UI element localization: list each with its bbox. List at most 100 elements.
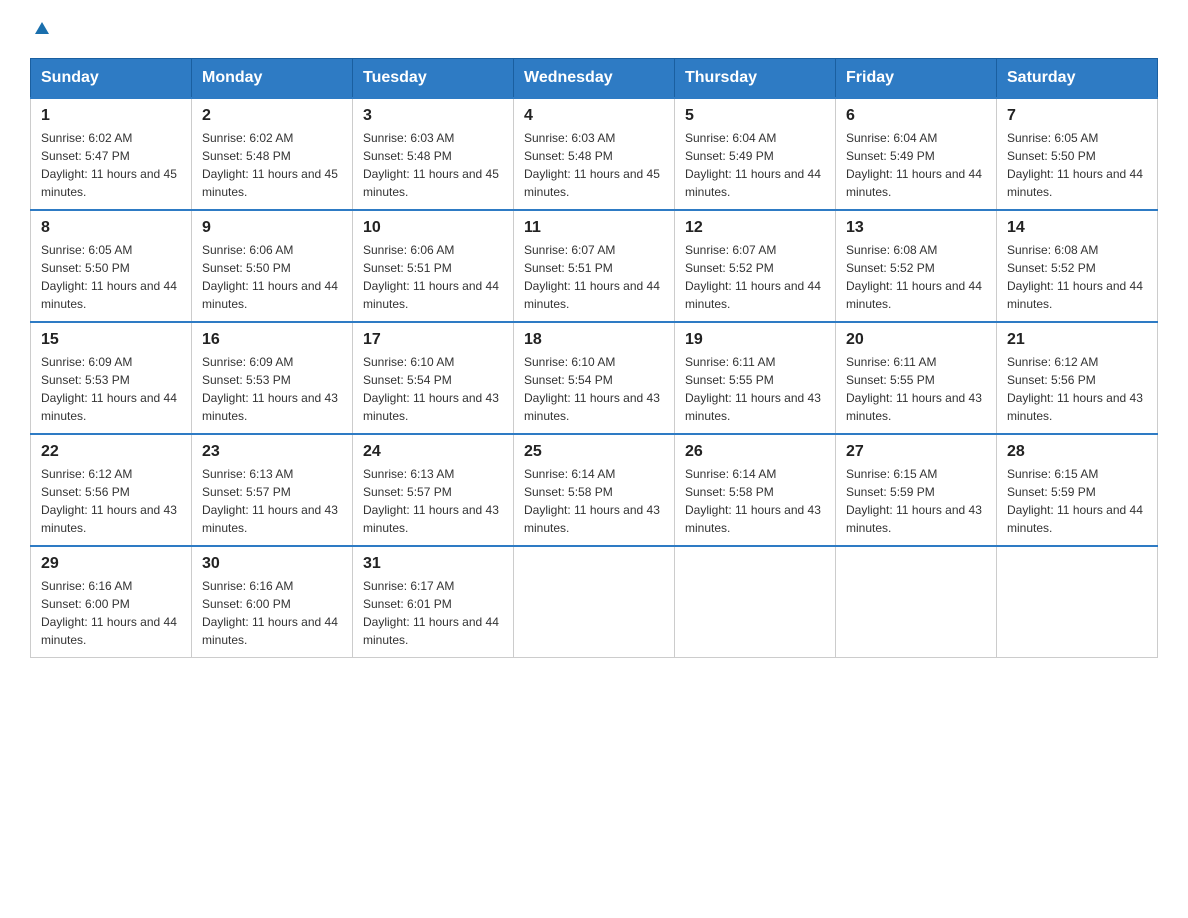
day-info: Sunrise: 6:10 AMSunset: 5:54 PMDaylight:… (363, 353, 503, 425)
day-number: 6 (846, 107, 986, 125)
day-info: Sunrise: 6:15 AMSunset: 5:59 PMDaylight:… (1007, 465, 1147, 537)
calendar-cell: 7 Sunrise: 6:05 AMSunset: 5:50 PMDayligh… (997, 98, 1158, 210)
day-number: 8 (41, 219, 181, 237)
calendar-header-monday: Monday (192, 59, 353, 99)
calendar-cell: 2 Sunrise: 6:02 AMSunset: 5:48 PMDayligh… (192, 98, 353, 210)
day-number: 16 (202, 331, 342, 349)
day-info: Sunrise: 6:14 AMSunset: 5:58 PMDaylight:… (685, 465, 825, 537)
day-info: Sunrise: 6:12 AMSunset: 5:56 PMDaylight:… (1007, 353, 1147, 425)
day-number: 12 (685, 219, 825, 237)
calendar-cell: 26 Sunrise: 6:14 AMSunset: 5:58 PMDaylig… (675, 434, 836, 546)
calendar-cell: 31 Sunrise: 6:17 AMSunset: 6:01 PMDaylig… (353, 546, 514, 658)
day-number: 11 (524, 219, 664, 237)
day-info: Sunrise: 6:06 AMSunset: 5:51 PMDaylight:… (363, 241, 503, 313)
day-info: Sunrise: 6:07 AMSunset: 5:51 PMDaylight:… (524, 241, 664, 313)
calendar-header-wednesday: Wednesday (514, 59, 675, 99)
day-number: 7 (1007, 107, 1147, 125)
day-number: 4 (524, 107, 664, 125)
calendar-cell: 11 Sunrise: 6:07 AMSunset: 5:51 PMDaylig… (514, 210, 675, 322)
day-info: Sunrise: 6:15 AMSunset: 5:59 PMDaylight:… (846, 465, 986, 537)
day-number: 21 (1007, 331, 1147, 349)
day-number: 17 (363, 331, 503, 349)
day-info: Sunrise: 6:13 AMSunset: 5:57 PMDaylight:… (202, 465, 342, 537)
day-info: Sunrise: 6:16 AMSunset: 6:00 PMDaylight:… (41, 577, 181, 649)
day-number: 10 (363, 219, 503, 237)
day-number: 22 (41, 443, 181, 461)
day-number: 20 (846, 331, 986, 349)
calendar-cell: 3 Sunrise: 6:03 AMSunset: 5:48 PMDayligh… (353, 98, 514, 210)
day-number: 25 (524, 443, 664, 461)
calendar-cell (675, 546, 836, 658)
day-info: Sunrise: 6:08 AMSunset: 5:52 PMDaylight:… (846, 241, 986, 313)
day-info: Sunrise: 6:04 AMSunset: 5:49 PMDaylight:… (685, 129, 825, 201)
day-info: Sunrise: 6:05 AMSunset: 5:50 PMDaylight:… (41, 241, 181, 313)
calendar-week-row: 8 Sunrise: 6:05 AMSunset: 5:50 PMDayligh… (31, 210, 1158, 322)
calendar-week-row: 29 Sunrise: 6:16 AMSunset: 6:00 PMDaylig… (31, 546, 1158, 658)
calendar-header-sunday: Sunday (31, 59, 192, 99)
calendar-cell: 5 Sunrise: 6:04 AMSunset: 5:49 PMDayligh… (675, 98, 836, 210)
calendar-cell: 30 Sunrise: 6:16 AMSunset: 6:00 PMDaylig… (192, 546, 353, 658)
day-number: 14 (1007, 219, 1147, 237)
calendar-cell: 15 Sunrise: 6:09 AMSunset: 5:53 PMDaylig… (31, 322, 192, 434)
day-info: Sunrise: 6:11 AMSunset: 5:55 PMDaylight:… (846, 353, 986, 425)
day-number: 19 (685, 331, 825, 349)
calendar-cell: 8 Sunrise: 6:05 AMSunset: 5:50 PMDayligh… (31, 210, 192, 322)
calendar-cell: 1 Sunrise: 6:02 AMSunset: 5:47 PMDayligh… (31, 98, 192, 210)
calendar-table: SundayMondayTuesdayWednesdayThursdayFrid… (30, 58, 1158, 658)
calendar-cell: 10 Sunrise: 6:06 AMSunset: 5:51 PMDaylig… (353, 210, 514, 322)
calendar-cell: 22 Sunrise: 6:12 AMSunset: 5:56 PMDaylig… (31, 434, 192, 546)
day-info: Sunrise: 6:14 AMSunset: 5:58 PMDaylight:… (524, 465, 664, 537)
day-info: Sunrise: 6:09 AMSunset: 5:53 PMDaylight:… (41, 353, 181, 425)
logo (30, 20, 53, 38)
calendar-cell (997, 546, 1158, 658)
day-info: Sunrise: 6:09 AMSunset: 5:53 PMDaylight:… (202, 353, 342, 425)
day-number: 3 (363, 107, 503, 125)
day-info: Sunrise: 6:02 AMSunset: 5:47 PMDaylight:… (41, 129, 181, 201)
calendar-week-row: 1 Sunrise: 6:02 AMSunset: 5:47 PMDayligh… (31, 98, 1158, 210)
day-number: 9 (202, 219, 342, 237)
calendar-cell: 17 Sunrise: 6:10 AMSunset: 5:54 PMDaylig… (353, 322, 514, 434)
day-number: 31 (363, 555, 503, 573)
calendar-header-row: SundayMondayTuesdayWednesdayThursdayFrid… (31, 59, 1158, 99)
day-info: Sunrise: 6:05 AMSunset: 5:50 PMDaylight:… (1007, 129, 1147, 201)
day-info: Sunrise: 6:11 AMSunset: 5:55 PMDaylight:… (685, 353, 825, 425)
calendar-cell: 25 Sunrise: 6:14 AMSunset: 5:58 PMDaylig… (514, 434, 675, 546)
calendar-cell: 28 Sunrise: 6:15 AMSunset: 5:59 PMDaylig… (997, 434, 1158, 546)
day-number: 15 (41, 331, 181, 349)
calendar-cell: 18 Sunrise: 6:10 AMSunset: 5:54 PMDaylig… (514, 322, 675, 434)
day-number: 2 (202, 107, 342, 125)
day-number: 13 (846, 219, 986, 237)
day-info: Sunrise: 6:04 AMSunset: 5:49 PMDaylight:… (846, 129, 986, 201)
day-number: 5 (685, 107, 825, 125)
day-info: Sunrise: 6:12 AMSunset: 5:56 PMDaylight:… (41, 465, 181, 537)
day-info: Sunrise: 6:02 AMSunset: 5:48 PMDaylight:… (202, 129, 342, 201)
day-number: 23 (202, 443, 342, 461)
calendar-cell: 21 Sunrise: 6:12 AMSunset: 5:56 PMDaylig… (997, 322, 1158, 434)
day-number: 29 (41, 555, 181, 573)
day-info: Sunrise: 6:10 AMSunset: 5:54 PMDaylight:… (524, 353, 664, 425)
calendar-cell: 20 Sunrise: 6:11 AMSunset: 5:55 PMDaylig… (836, 322, 997, 434)
calendar-cell: 4 Sunrise: 6:03 AMSunset: 5:48 PMDayligh… (514, 98, 675, 210)
calendar-cell (514, 546, 675, 658)
day-number: 26 (685, 443, 825, 461)
day-info: Sunrise: 6:03 AMSunset: 5:48 PMDaylight:… (363, 129, 503, 201)
day-number: 28 (1007, 443, 1147, 461)
day-number: 27 (846, 443, 986, 461)
calendar-cell: 24 Sunrise: 6:13 AMSunset: 5:57 PMDaylig… (353, 434, 514, 546)
calendar-cell: 29 Sunrise: 6:16 AMSunset: 6:00 PMDaylig… (31, 546, 192, 658)
calendar-cell: 19 Sunrise: 6:11 AMSunset: 5:55 PMDaylig… (675, 322, 836, 434)
calendar-cell: 13 Sunrise: 6:08 AMSunset: 5:52 PMDaylig… (836, 210, 997, 322)
day-info: Sunrise: 6:06 AMSunset: 5:50 PMDaylight:… (202, 241, 342, 313)
day-info: Sunrise: 6:07 AMSunset: 5:52 PMDaylight:… (685, 241, 825, 313)
calendar-cell: 23 Sunrise: 6:13 AMSunset: 5:57 PMDaylig… (192, 434, 353, 546)
calendar-cell: 16 Sunrise: 6:09 AMSunset: 5:53 PMDaylig… (192, 322, 353, 434)
calendar-header-tuesday: Tuesday (353, 59, 514, 99)
calendar-cell: 27 Sunrise: 6:15 AMSunset: 5:59 PMDaylig… (836, 434, 997, 546)
day-info: Sunrise: 6:03 AMSunset: 5:48 PMDaylight:… (524, 129, 664, 201)
day-info: Sunrise: 6:13 AMSunset: 5:57 PMDaylight:… (363, 465, 503, 537)
calendar-cell: 9 Sunrise: 6:06 AMSunset: 5:50 PMDayligh… (192, 210, 353, 322)
calendar-cell (836, 546, 997, 658)
calendar-week-row: 22 Sunrise: 6:12 AMSunset: 5:56 PMDaylig… (31, 434, 1158, 546)
calendar-header-thursday: Thursday (675, 59, 836, 99)
day-info: Sunrise: 6:17 AMSunset: 6:01 PMDaylight:… (363, 577, 503, 649)
